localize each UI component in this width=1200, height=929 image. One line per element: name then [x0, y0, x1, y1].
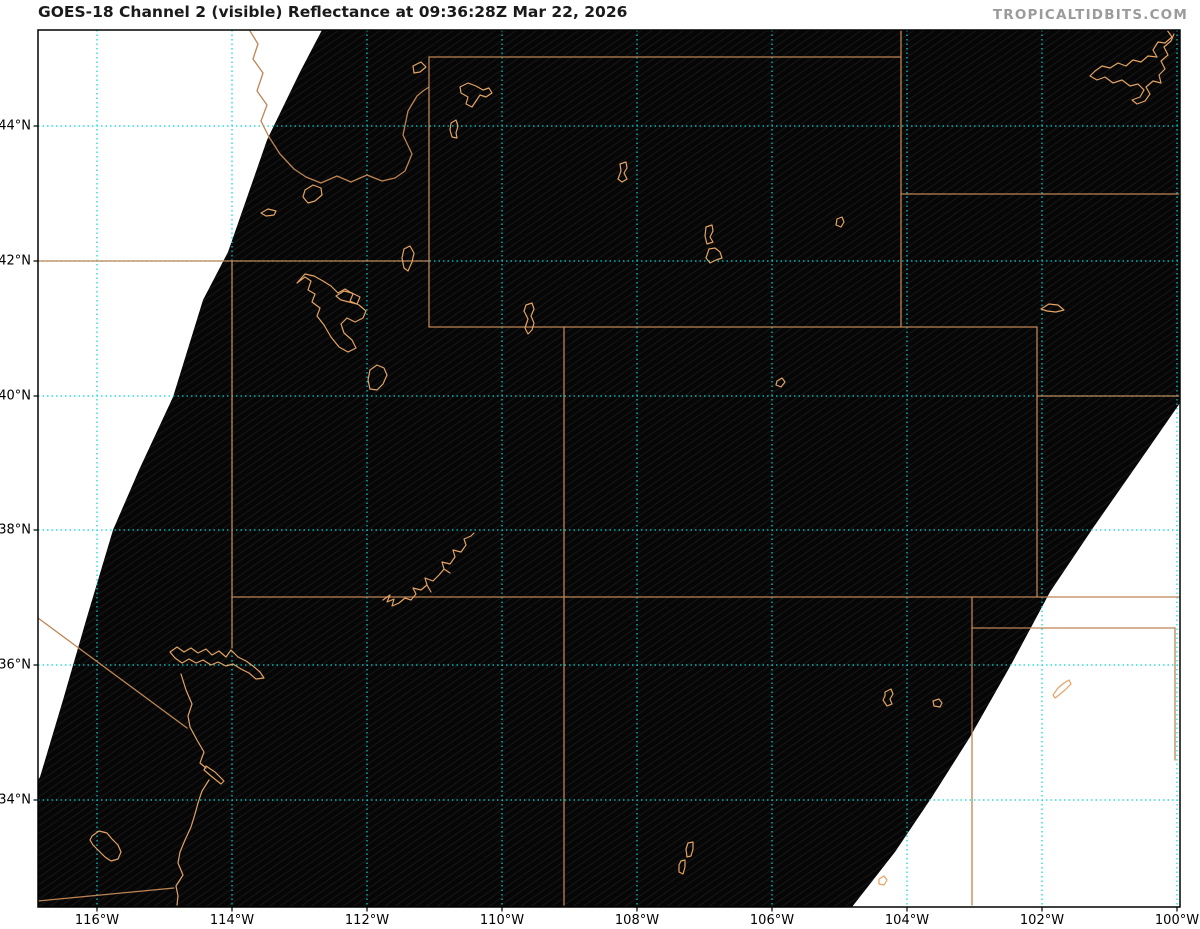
longitude-label-104°W: 104°W — [884, 913, 930, 928]
longitude-label-102°W: 102°W — [1019, 913, 1065, 928]
longitude-label-108°W: 108°W — [614, 913, 660, 928]
longitude-label-112°W: 112°W — [344, 913, 390, 928]
satellite-image-page: GOES-18 Channel 2 (visible) Reflectance … — [0, 0, 1200, 929]
latitude-label-40°N: 40°N — [0, 388, 31, 404]
longitude-label-100°W: 100°W — [1154, 913, 1200, 928]
longitude-label-106°W: 106°W — [749, 913, 795, 928]
longitude-label-114°W: 114°W — [209, 913, 255, 928]
latitude-label-44°N: 44°N — [0, 118, 31, 134]
longitude-label-116°W: 116°W — [74, 913, 120, 928]
satellite-map — [33, 29, 1181, 912]
latitude-label-42°N: 42°N — [0, 253, 31, 269]
longitude-label-110°W: 110°W — [479, 913, 525, 928]
latitude-label-34°N: 34°N — [0, 792, 31, 808]
latitude-label-36°N: 36°N — [0, 657, 31, 673]
latitude-label-38°N: 38°N — [0, 522, 31, 538]
